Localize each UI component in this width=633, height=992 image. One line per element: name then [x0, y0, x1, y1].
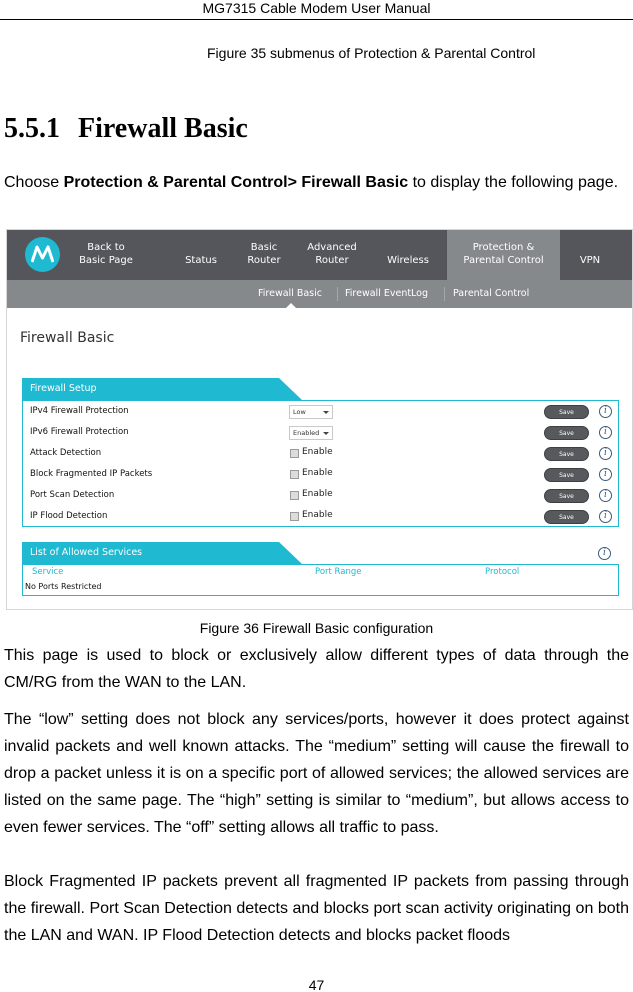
section-title: Firewall Basic: [78, 113, 248, 144]
active-subnav-indicator: [286, 303, 296, 308]
row-port-scan-detection: Port Scan Detection Enable Save i: [23, 486, 618, 507]
info-icon[interactable]: i: [599, 426, 612, 439]
row-ipv6-firewall-protection: IPv6 Firewall Protection Enabled Save i: [23, 423, 618, 444]
nav-vpn[interactable]: VPN: [567, 241, 613, 267]
screenshot-page-title: Firewall Basic: [20, 330, 115, 346]
attack-detection-checkbox[interactable]: [290, 449, 299, 458]
block-fragmented-checkbox[interactable]: [290, 470, 299, 479]
checkbox-label: Enable: [302, 468, 333, 478]
info-icon[interactable]: i: [599, 510, 612, 523]
info-icon[interactable]: i: [598, 547, 611, 560]
header-rule: [0, 19, 633, 20]
allowed-services-header: List of Allowed Services: [22, 542, 312, 564]
intro-menu-path: Protection & Parental Control> Firewall …: [63, 174, 409, 191]
save-button[interactable]: Save: [544, 510, 589, 524]
save-button[interactable]: Save: [544, 489, 589, 503]
checkbox-label: Enable: [302, 447, 333, 457]
allowed-services-panel: Service Port Range Protocol No Ports Res…: [22, 564, 619, 596]
body-paragraph: Block Fragmented IP packets prevent all …: [4, 873, 629, 944]
figure-36-caption: Figure 36 Firewall Basic configuration: [199, 620, 434, 636]
row-attack-detection: Attack Detection Enable Save i: [23, 444, 618, 465]
row-label: Port Scan Detection: [30, 490, 115, 500]
dropdown-arrow-icon: [323, 411, 329, 414]
firewall-setup-header: Firewall Setup: [22, 378, 312, 400]
save-button[interactable]: Save: [544, 468, 589, 482]
intro-prefix: Choose: [4, 174, 64, 191]
sub-navigation: Firewall Basic Firewall EventLog Parenta…: [7, 280, 632, 308]
save-button[interactable]: Save: [544, 405, 589, 419]
page-number: 47: [308, 977, 325, 992]
nav-basic-router[interactable]: Basic Router: [241, 241, 287, 267]
running-header: MG7315 Cable Modem User Manual: [202, 0, 431, 16]
checkbox-label: Enable: [302, 510, 333, 520]
save-button[interactable]: Save: [544, 447, 589, 461]
info-icon[interactable]: i: [599, 405, 612, 418]
nav-wireless[interactable]: Wireless: [381, 241, 435, 267]
row-label: IPv6 Firewall Protection: [30, 427, 129, 437]
firewall-setup-panel: IPv4 Firewall Protection Low Save i IPv6…: [22, 400, 619, 527]
body-paragraph: The “low” setting does not block any ser…: [4, 711, 629, 836]
row-ipv4-firewall-protection: IPv4 Firewall Protection Low Save i: [23, 402, 618, 423]
nav-back-to-basic-page[interactable]: Back to Basic Page: [73, 241, 139, 267]
section-number: 5.5.1: [4, 113, 60, 144]
no-ports-restricted-text: No Ports Restricted: [25, 582, 102, 591]
nav-protection-parental-control[interactable]: Protection & Parental Control: [447, 230, 560, 280]
intro-paragraph: Choose Protection & Parental Control> Fi…: [4, 169, 629, 196]
column-header-protocol: Protocol: [485, 567, 520, 577]
port-scan-checkbox[interactable]: [290, 491, 299, 500]
row-block-fragmented-ip-packets: Block Fragmented IP Packets Enable Save …: [23, 465, 618, 486]
row-ip-flood-detection: IP Flood Detection Enable Save i: [23, 507, 618, 528]
row-label: IP Flood Detection: [30, 511, 108, 521]
nav-status[interactable]: Status: [179, 241, 223, 267]
firewall-basic-screenshot: Back to Basic Page Status Basic Router Adv…: [6, 229, 633, 610]
subnav-parental-control[interactable]: Parental Control: [453, 280, 529, 308]
row-label: Attack Detection: [30, 448, 102, 458]
column-header-port-range: Port Range: [315, 567, 362, 577]
section-heading: 5.5.1 Firewall Basic: [4, 112, 248, 146]
ipv4-protection-select[interactable]: Low: [289, 405, 333, 419]
save-button[interactable]: Save: [544, 426, 589, 440]
info-icon[interactable]: i: [599, 447, 612, 460]
motorola-logo-icon[interactable]: [25, 237, 60, 272]
row-label: Block Fragmented IP Packets: [30, 469, 153, 479]
info-icon[interactable]: i: [599, 489, 612, 502]
ipv6-protection-select[interactable]: Enabled: [289, 426, 333, 440]
body-paragraph: This page is used to block or exclusivel…: [4, 647, 629, 691]
subnav-divider: [444, 287, 445, 301]
subnav-divider: [337, 287, 338, 301]
top-navigation: Back to Basic Page Status Basic Router Adv…: [7, 230, 632, 280]
subnav-firewall-eventlog[interactable]: Firewall EventLog: [345, 280, 428, 308]
intro-suffix: to display the following page.: [408, 174, 619, 191]
row-label: IPv4 Firewall Protection: [30, 406, 129, 416]
nav-advanced-router[interactable]: Advanced Router: [303, 241, 361, 267]
dropdown-arrow-icon: [323, 432, 329, 435]
ip-flood-checkbox[interactable]: [290, 512, 299, 521]
figure-35-caption: Figure 35 submenus of Protection & Paren…: [207, 45, 536, 61]
info-icon[interactable]: i: [599, 468, 612, 481]
column-header-service: Service: [32, 567, 64, 577]
checkbox-label: Enable: [302, 489, 333, 499]
